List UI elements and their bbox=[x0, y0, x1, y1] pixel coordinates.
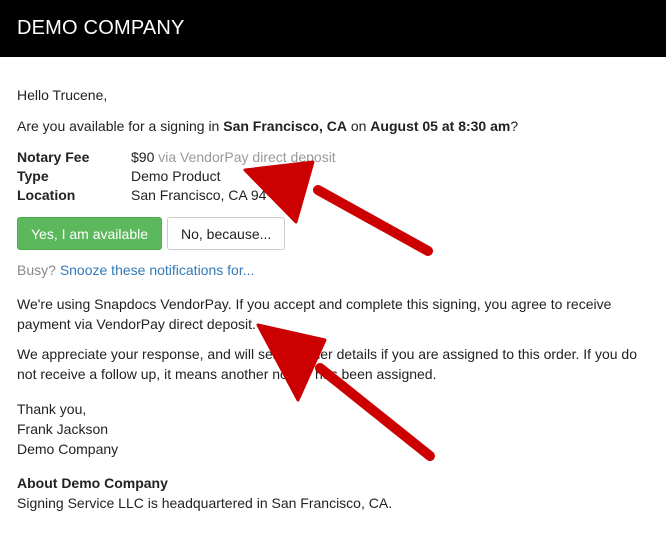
type-value: Demo Product bbox=[131, 168, 221, 184]
location-row: Location San Francisco, CA 94 bbox=[17, 186, 649, 205]
about-title: About Demo Company bbox=[17, 475, 168, 491]
question-prefix: Are you available for a signing in bbox=[17, 118, 224, 134]
greeting: Hello Trucene, bbox=[17, 87, 108, 103]
appreciate-paragraph: We appreciate your response, and will se… bbox=[17, 346, 637, 382]
signing-question: Are you available for a signing in San F… bbox=[17, 116, 649, 136]
busy-prefix: Busy? bbox=[17, 262, 60, 278]
signoff: Thank you, Frank Jackson Demo Company bbox=[17, 399, 649, 459]
question-mid: on bbox=[346, 118, 371, 134]
signoff-name: Frank Jackson bbox=[17, 421, 109, 437]
question-suffix: ? bbox=[510, 118, 519, 134]
snooze-link[interactable]: Snooze these notifications for... bbox=[60, 262, 255, 278]
vendorpay-paragraph: We're using Snapdocs VendorPay. If you a… bbox=[17, 296, 612, 332]
brand-title: DEMO COMPANY bbox=[17, 17, 185, 39]
signoff-company: Demo Company bbox=[17, 441, 119, 457]
email-body: Hello Trucene, Are you available for a s… bbox=[0, 85, 666, 513]
location-value: San Francisco, CA 94 bbox=[131, 187, 267, 203]
signoff-thanks: Thank you, bbox=[17, 401, 87, 417]
type-row: Type Demo Product bbox=[17, 167, 649, 186]
question-date: August 05 at 8:30 am bbox=[370, 118, 511, 134]
question-city: San Francisco, CA bbox=[223, 118, 347, 134]
signing-details: Notary Fee $90 via VendorPay direct depo… bbox=[17, 148, 649, 205]
type-label: Type bbox=[17, 168, 49, 184]
fee-method: via VendorPay direct deposit bbox=[154, 149, 336, 165]
yes-available-button[interactable]: Yes, I am available bbox=[17, 217, 162, 250]
header-bar: DEMO COMPANY bbox=[0, 0, 666, 57]
about-text: Signing Service LLC is headquartered in … bbox=[17, 495, 393, 511]
busy-line: Busy? Snooze these notifications for... bbox=[17, 260, 649, 280]
no-because-button[interactable]: No, because... bbox=[167, 217, 286, 250]
response-actions: Yes, I am available No, because... bbox=[17, 217, 649, 250]
fee-row: Notary Fee $90 via VendorPay direct depo… bbox=[17, 148, 649, 167]
fee-amount: $90 bbox=[131, 149, 155, 165]
fee-label: Notary Fee bbox=[17, 149, 90, 165]
location-label: Location bbox=[17, 187, 76, 203]
fee-value: $90 via VendorPay direct deposit bbox=[131, 148, 336, 167]
